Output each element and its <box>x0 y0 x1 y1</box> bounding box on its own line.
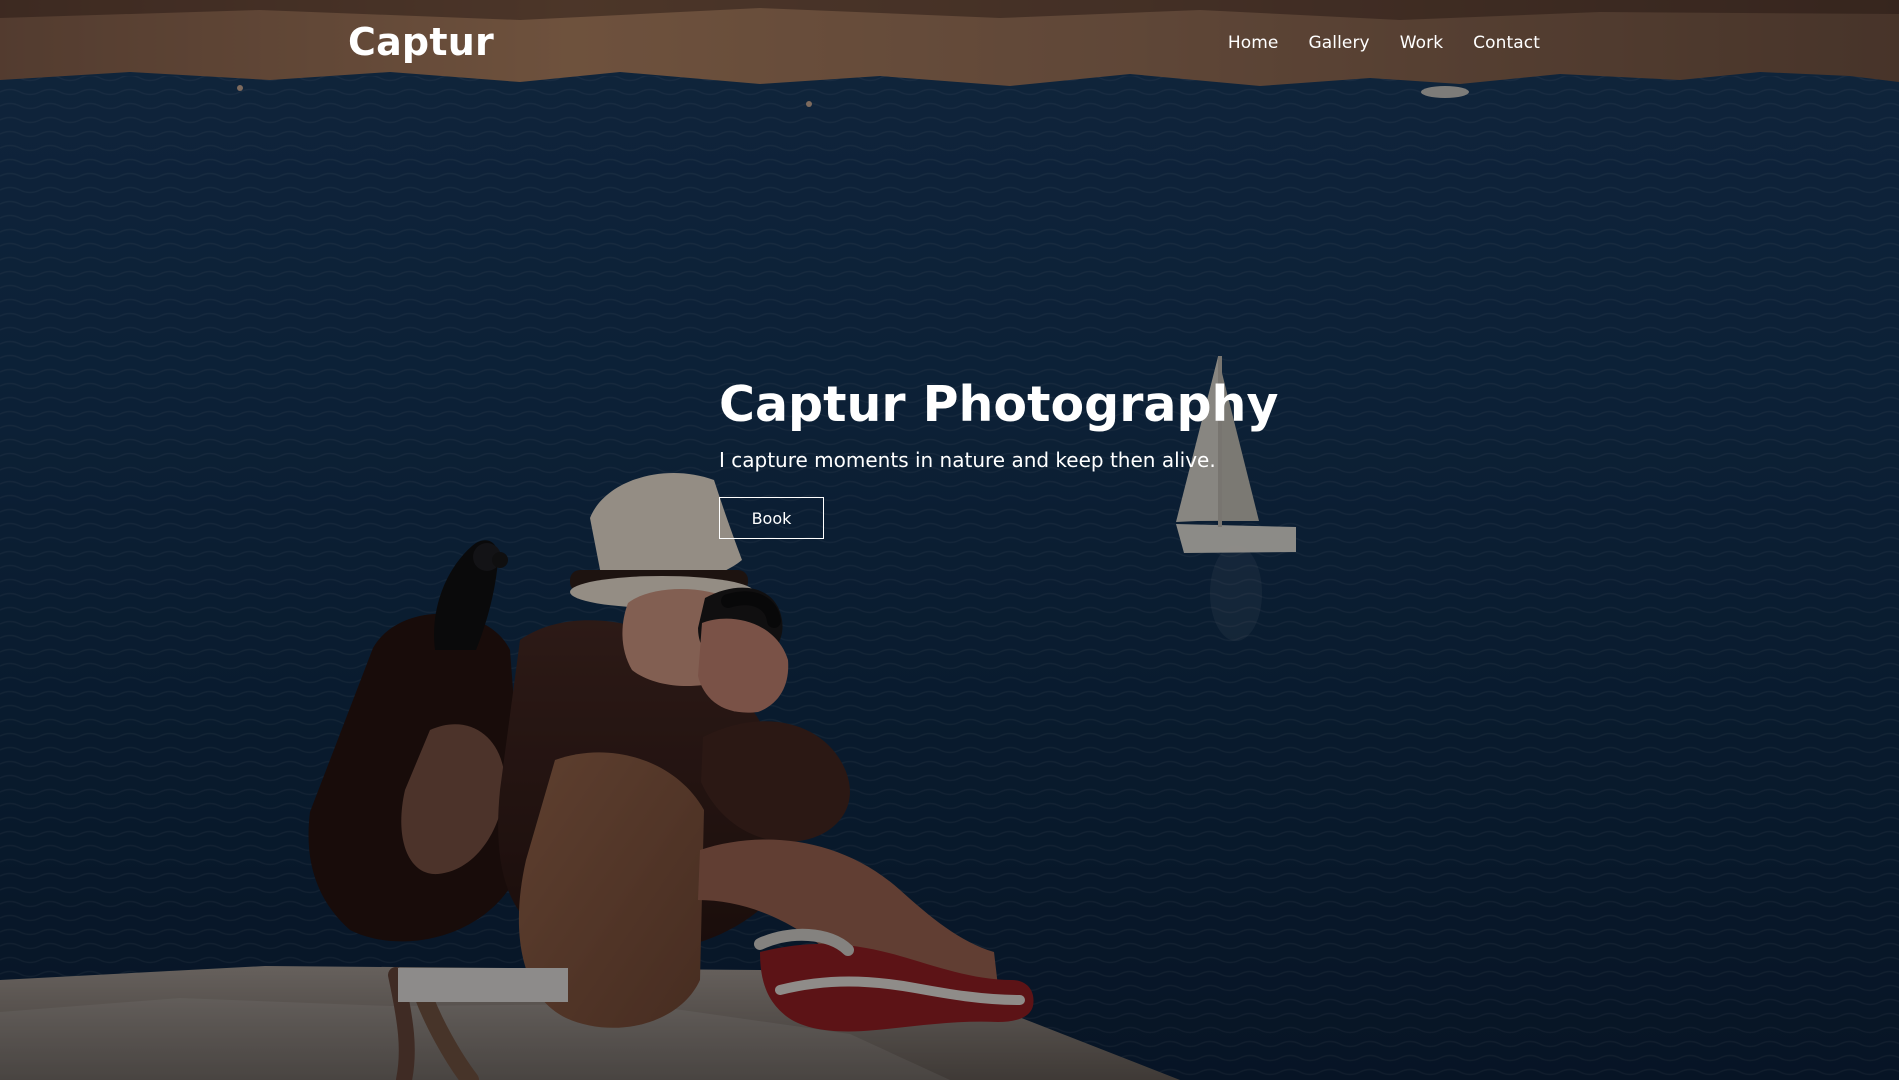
nav-contact-link[interactable]: Contact <box>1473 30 1540 56</box>
site-logo[interactable]: Captur <box>348 18 494 66</box>
book-button[interactable]: Book <box>719 497 824 539</box>
hero-background-image <box>0 0 1899 1080</box>
hero-title: Captur Photography <box>719 376 1279 433</box>
hero-subtitle: I capture moments in nature and keep the… <box>719 448 1216 472</box>
main-nav-menu: Home Gallery Work Contact <box>1228 30 1540 56</box>
nav-gallery-link[interactable]: Gallery <box>1308 30 1369 56</box>
nav-work-link[interactable]: Work <box>1400 30 1443 56</box>
top-navigation: Captur Home Gallery Work Contact <box>0 0 1899 86</box>
hero-section: Captur Home Gallery Work Contact Captur … <box>0 0 1899 1080</box>
hero-content: Captur Photography I capture moments in … <box>719 374 1279 539</box>
nav-home-link[interactable]: Home <box>1228 30 1279 56</box>
